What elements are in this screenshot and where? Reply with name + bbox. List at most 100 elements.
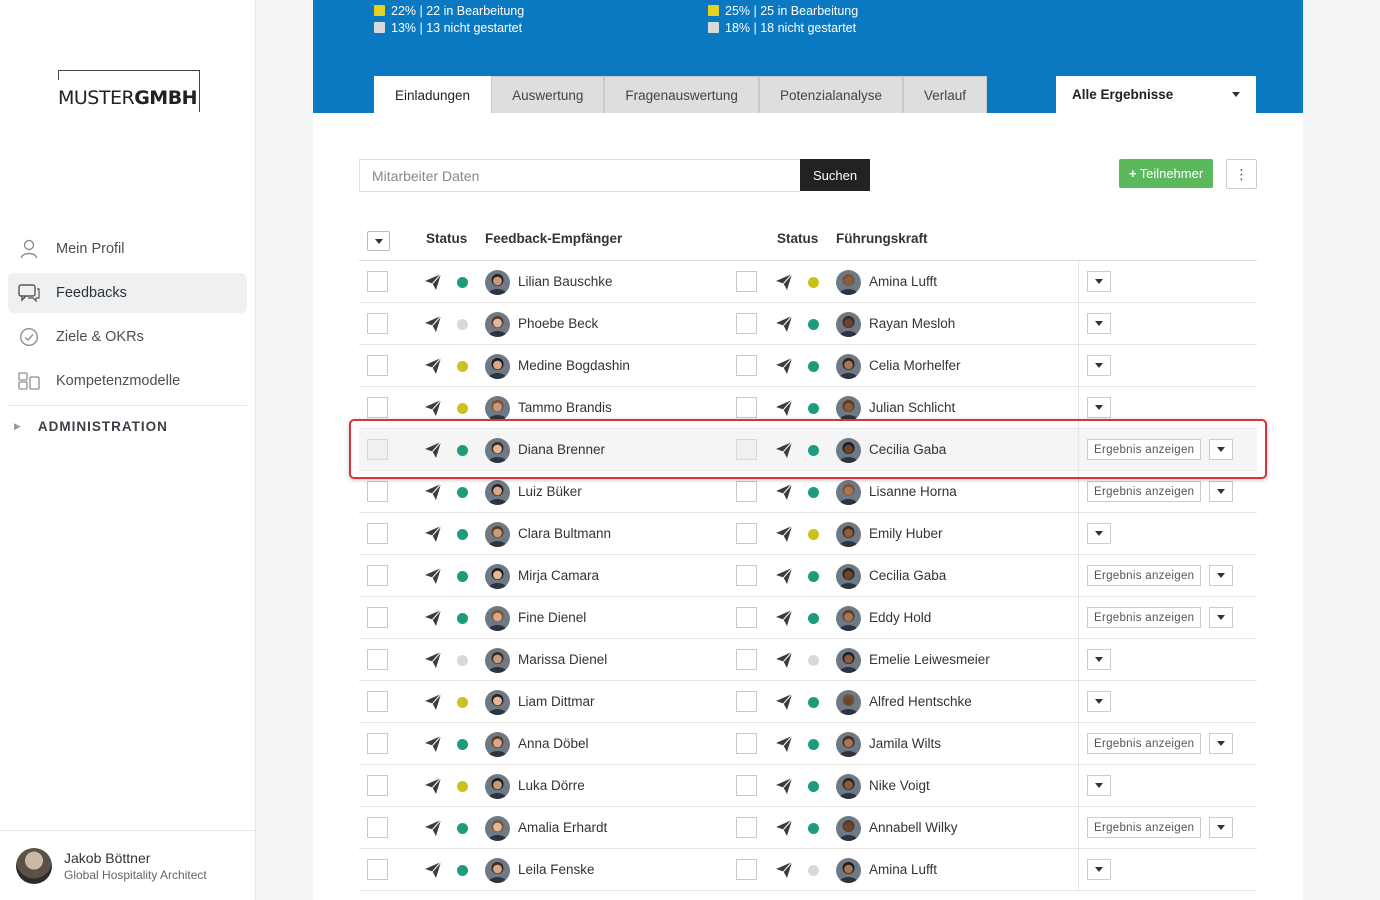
send-invite-icon[interactable]: [424, 651, 442, 669]
table-row[interactable]: Fine Dienel Eddy Hold Ergebnis anzeigen: [359, 597, 1257, 639]
manager-checkbox[interactable]: [736, 607, 757, 628]
recipient-name[interactable]: Lilian Bauschke: [518, 274, 613, 289]
row-actions-dropdown[interactable]: [1209, 607, 1233, 628]
recipient-checkbox[interactable]: [367, 271, 388, 292]
table-row[interactable]: Luiz Büker Lisanne Horna Ergebnis anzeigen: [359, 471, 1257, 513]
send-invite-icon[interactable]: [424, 315, 442, 333]
company-logo[interactable]: MUSTERGMBH: [58, 70, 200, 112]
recipient-checkbox[interactable]: [367, 733, 388, 754]
tab-fragenauswertung[interactable]: Fragenauswertung: [604, 76, 759, 113]
recipient-name[interactable]: Luiz Büker: [518, 484, 582, 499]
sidebar-item-goals[interactable]: Ziele & OKRs: [8, 317, 247, 357]
recipient-name[interactable]: Medine Bogdashin: [518, 358, 630, 373]
manager-checkbox[interactable]: [736, 523, 757, 544]
table-row[interactable]: Tammo Brandis Julian Schlicht: [359, 387, 1257, 429]
manager-name[interactable]: Lisanne Horna: [869, 484, 957, 499]
recipient-checkbox[interactable]: [367, 775, 388, 796]
tab-potenzialanalyse[interactable]: Potenzialanalyse: [758, 76, 904, 113]
send-invite-icon[interactable]: [775, 861, 793, 879]
sidebar-item-administration[interactable]: ▶ ADMINISTRATION: [8, 406, 247, 446]
recipient-checkbox[interactable]: [367, 313, 388, 334]
sidebar-item-profile[interactable]: Mein Profil: [8, 229, 247, 269]
recipient-checkbox[interactable]: [367, 607, 388, 628]
current-user[interactable]: Jakob Böttner Global Hospitality Archite…: [0, 830, 255, 900]
row-actions-dropdown[interactable]: [1087, 271, 1111, 292]
show-result-button[interactable]: Ergebnis anzeigen: [1087, 565, 1202, 586]
recipient-name[interactable]: Tammo Brandis: [518, 400, 612, 415]
table-row[interactable]: Mirja Camara Cecilia Gaba Ergebnis anzeige…: [359, 555, 1257, 597]
send-invite-icon[interactable]: [424, 819, 442, 837]
manager-name[interactable]: Cecilia Gaba: [869, 442, 946, 457]
manager-name[interactable]: Amina Lufft: [869, 274, 937, 289]
row-actions-dropdown[interactable]: [1209, 439, 1233, 460]
table-row[interactable]: Anna Döbel Jamila Wilts Ergebnis anzeigen: [359, 723, 1257, 765]
row-actions-dropdown[interactable]: [1087, 523, 1111, 544]
table-row[interactable]: Amalia Erhardt Annabell Wilky Ergebnis anz…: [359, 807, 1257, 849]
send-invite-icon[interactable]: [424, 525, 442, 543]
manager-checkbox[interactable]: [736, 397, 757, 418]
table-row[interactable]: Marissa Dienel Emelie Leiwesmeier: [359, 639, 1257, 681]
send-invite-icon[interactable]: [775, 567, 793, 585]
send-invite-icon[interactable]: [775, 693, 793, 711]
send-invite-icon[interactable]: [424, 735, 442, 753]
manager-name[interactable]: Annabell Wilky: [869, 820, 958, 835]
send-invite-icon[interactable]: [775, 399, 793, 417]
recipient-checkbox[interactable]: [367, 817, 388, 838]
manager-checkbox[interactable]: [736, 481, 757, 502]
send-invite-icon[interactable]: [424, 399, 442, 417]
row-actions-dropdown[interactable]: [1087, 775, 1111, 796]
sidebar-item-competencies[interactable]: Kompetenzmodelle: [8, 361, 247, 401]
recipient-checkbox[interactable]: [367, 439, 388, 460]
recipient-name[interactable]: Diana Brenner: [518, 442, 605, 457]
table-row[interactable]: Lilian Bauschke Amina Lufft: [359, 261, 1257, 303]
row-actions-dropdown[interactable]: [1209, 733, 1233, 754]
manager-name[interactable]: Jamila Wilts: [869, 736, 941, 751]
send-invite-icon[interactable]: [424, 483, 442, 501]
send-invite-icon[interactable]: [775, 651, 793, 669]
manager-checkbox[interactable]: [736, 649, 757, 670]
row-actions-dropdown[interactable]: [1087, 313, 1111, 334]
manager-checkbox[interactable]: [736, 271, 757, 292]
tab-einladungen[interactable]: Einladungen: [374, 76, 492, 113]
tab-verlauf[interactable]: Verlauf: [903, 76, 988, 113]
recipient-checkbox[interactable]: [367, 565, 388, 586]
table-row[interactable]: Diana Brenner Cecilia Gaba Ergebnis anzeig…: [359, 429, 1257, 471]
manager-name[interactable]: Cecilia Gaba: [869, 568, 946, 583]
manager-name[interactable]: Amina Lufft: [869, 862, 937, 877]
recipient-name[interactable]: Marissa Dienel: [518, 652, 607, 667]
row-actions-dropdown[interactable]: [1087, 691, 1111, 712]
send-invite-icon[interactable]: [424, 861, 442, 879]
table-row[interactable]: Clara Bultmann Emily Huber: [359, 513, 1257, 555]
add-participant-button[interactable]: + Teilnehmer: [1119, 159, 1214, 188]
recipient-name[interactable]: Luka Dörre: [518, 778, 585, 793]
recipient-name[interactable]: Anna Döbel: [518, 736, 589, 751]
send-invite-icon[interactable]: [775, 777, 793, 795]
send-invite-icon[interactable]: [775, 441, 793, 459]
more-options-button[interactable]: ⋮: [1226, 159, 1257, 189]
search-button[interactable]: Suchen: [800, 159, 870, 191]
row-actions-dropdown[interactable]: [1087, 397, 1111, 418]
manager-checkbox[interactable]: [736, 859, 757, 880]
manager-checkbox[interactable]: [736, 775, 757, 796]
manager-checkbox[interactable]: [736, 817, 757, 838]
send-invite-icon[interactable]: [775, 609, 793, 627]
manager-checkbox[interactable]: [736, 355, 757, 376]
manager-name[interactable]: Celia Morhelfer: [869, 358, 961, 373]
recipient-name[interactable]: Fine Dienel: [518, 610, 586, 625]
send-invite-icon[interactable]: [424, 567, 442, 585]
table-row[interactable]: Phoebe Beck Rayan Mesloh: [359, 303, 1257, 345]
show-result-button[interactable]: Ergebnis anzeigen: [1087, 439, 1202, 460]
table-row[interactable]: Luka Dörre Nike Voigt: [359, 765, 1257, 807]
row-actions-dropdown[interactable]: [1209, 817, 1233, 838]
manager-name[interactable]: Emelie Leiwesmeier: [869, 652, 990, 667]
recipient-name[interactable]: Clara Bultmann: [518, 526, 611, 541]
manager-name[interactable]: Emily Huber: [869, 526, 943, 541]
sidebar-item-feedbacks[interactable]: Feedbacks: [8, 273, 247, 313]
recipient-name[interactable]: Amalia Erhardt: [518, 820, 607, 835]
manager-checkbox[interactable]: [736, 439, 757, 460]
recipient-checkbox[interactable]: [367, 397, 388, 418]
recipient-checkbox[interactable]: [367, 355, 388, 376]
send-invite-icon[interactable]: [775, 525, 793, 543]
recipient-name[interactable]: Leila Fenske: [518, 862, 595, 877]
send-invite-icon[interactable]: [424, 609, 442, 627]
